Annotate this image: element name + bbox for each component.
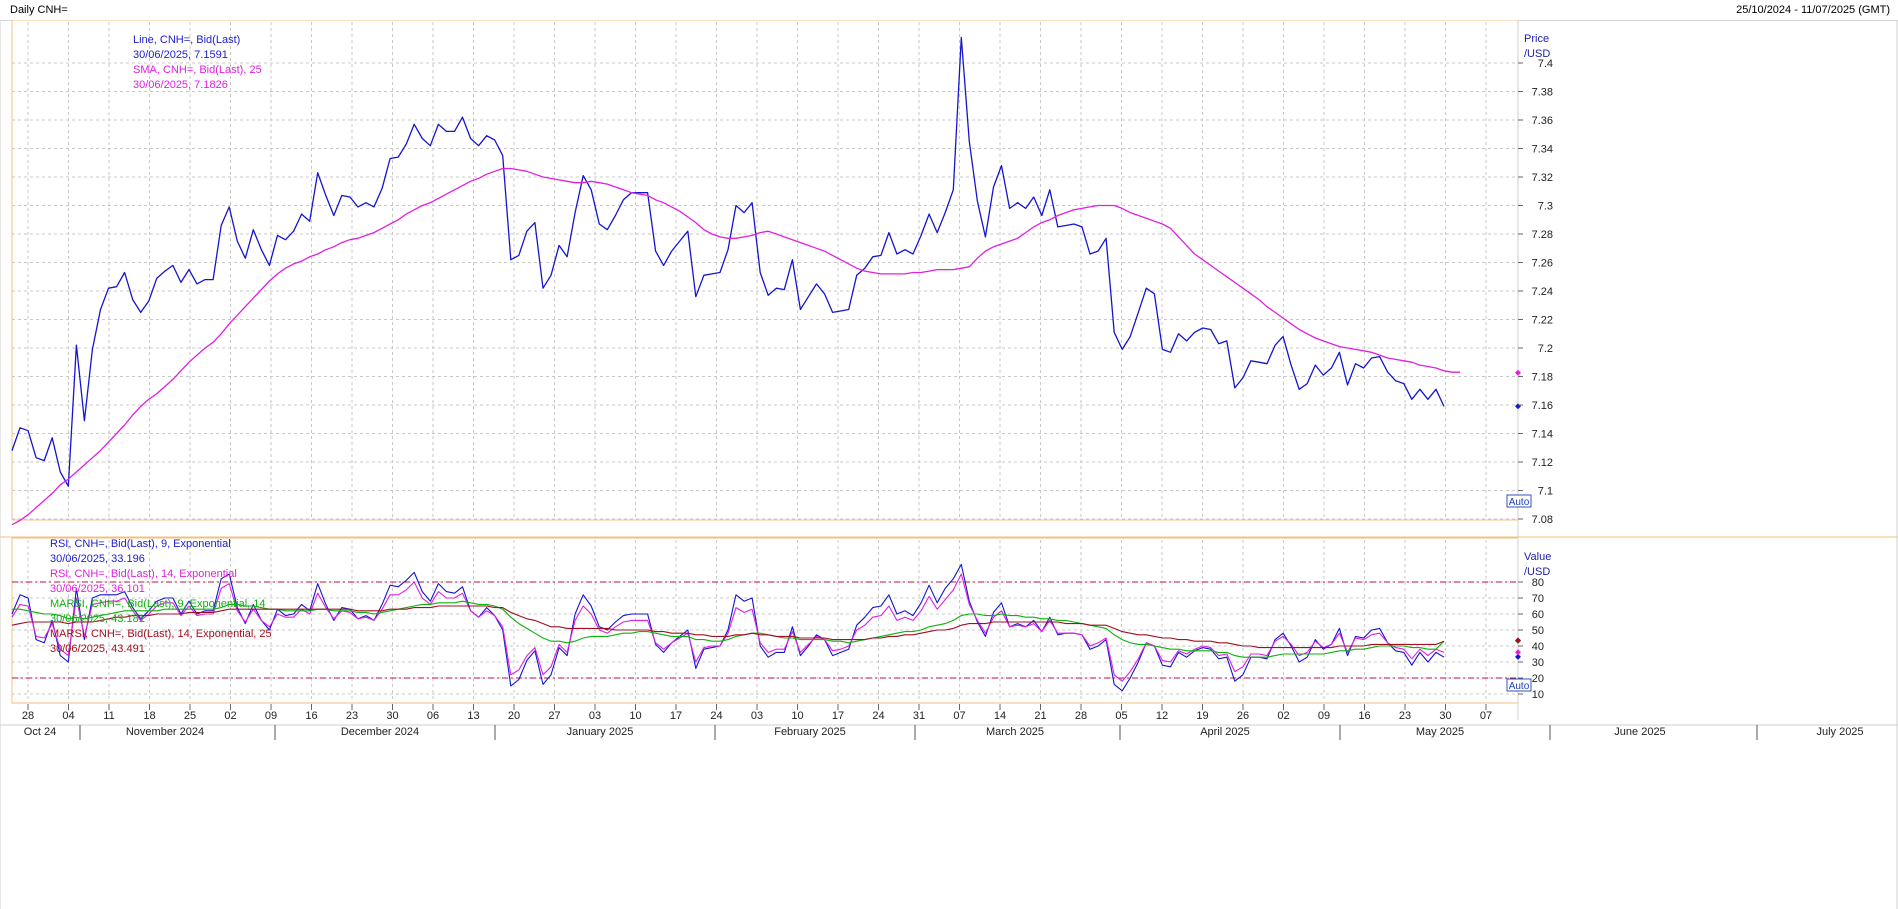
x-tick-label: 17 [670,710,682,722]
x-tick-label: 06 [427,710,439,722]
y-tick-label: 7.26 [1532,258,1553,270]
legend-entry: RSI, CNH=, Bid(Last), 14, Exponential [50,568,237,580]
month-label: November 2024 [126,726,204,738]
x-tick-label: 19 [1196,710,1208,722]
x-tick-label: 09 [265,710,277,722]
chart-background [0,20,1898,909]
legend-entry: 30/06/2025, 36.101 [50,583,145,595]
y-tick-label: 7.2 [1538,343,1553,355]
y-tick-label: 7.08 [1532,514,1553,526]
y-tick-label: 30 [1532,657,1544,669]
axis-label: /USD [1524,566,1550,578]
x-tick-label: 26 [1237,710,1249,722]
legend-entry: 30/06/2025, 33.196 [50,553,145,565]
x-tick-label: 28 [1075,710,1087,722]
x-tick-label: 16 [305,710,317,722]
axis-label: Value [1524,551,1551,563]
x-tick-label: 17 [832,710,844,722]
x-tick-label: 27 [548,710,560,722]
axis-label: /USD [1524,48,1550,60]
y-tick-label: 7.36 [1532,115,1553,127]
legend-entry: 30/06/2025, 7.1826 [133,79,228,91]
auto-button-label[interactable]: Auto [1509,497,1530,508]
month-label: Oct 24 [24,726,56,738]
auto-button-label[interactable]: Auto [1509,681,1530,692]
y-tick-label: 7.14 [1532,429,1553,441]
y-tick-label: 80 [1532,577,1544,589]
x-tick-label: 02 [1277,710,1289,722]
y-tick-label: 7.3 [1538,201,1553,213]
x-tick-label: 28 [22,710,34,722]
chart-title: Daily CNH= [10,4,68,16]
auto-scale-button[interactable]: Auto [1506,678,1532,692]
month-label: December 2024 [341,726,419,738]
x-tick-label: 03 [589,710,601,722]
y-tick-label: 20 [1532,673,1544,685]
y-tick-label: 60 [1532,609,1544,621]
auto-scale-button[interactable]: Auto [1506,494,1532,508]
y-tick-label: 7.16 [1532,400,1553,412]
x-tick-label: 16 [1358,710,1370,722]
legend-entry: 30/06/2025, 43.181 [50,613,145,625]
y-tick-label: 7.22 [1532,315,1553,327]
legend-entry: RSI, CNH=, Bid(Last), 9, Exponential [50,538,231,550]
x-tick-label: 30 [386,710,398,722]
x-tick-label: 07 [953,710,965,722]
x-tick-label: 04 [62,710,74,722]
legend-entry: Line, CNH=, Bid(Last) [133,34,240,46]
legend-entry: MARSI, CNH=, Bid(Last), 14, Exponential,… [50,628,272,640]
x-tick-label: 30 [1439,710,1451,722]
month-label: July 2025 [1816,726,1863,738]
x-tick-label: 10 [791,710,803,722]
x-tick-label: 24 [872,710,884,722]
x-tick-label: 21 [1034,710,1046,722]
month-label: June 2025 [1614,726,1665,738]
y-tick-label: 7.1 [1538,486,1553,498]
x-tick-label: 23 [346,710,358,722]
month-label: April 2025 [1200,726,1250,738]
x-tick-label: 25 [184,710,196,722]
y-tick-label: 7.32 [1532,172,1553,184]
month-label: March 2025 [986,726,1044,738]
month-label: May 2025 [1416,726,1464,738]
x-tick-label: 18 [143,710,155,722]
x-tick-label: 10 [629,710,641,722]
y-tick-label: 7.28 [1532,229,1553,241]
y-tick-label: 7.18 [1532,372,1553,384]
y-tick-label: 70 [1532,593,1544,605]
y-tick-label: 7.38 [1532,87,1553,99]
y-tick-label: 7.12 [1532,457,1553,469]
x-tick-label: 12 [1156,710,1168,722]
x-tick-label: 23 [1399,710,1411,722]
chart-canvas[interactable]: 28 04 11 18 25 02 09 16 23 30 06 13 20 27 03 10 17 24 03 10… [0,20,1898,909]
legend-entry: SMA, CNH=, Bid(Last), 25 [133,64,262,76]
y-tick-label: 40 [1532,641,1544,653]
price-panel [11,20,1519,521]
y-tick-label: 10 [1532,689,1544,701]
x-tick-label: 13 [467,710,479,722]
y-tick-label: 7.24 [1532,286,1553,298]
y-tick-label: 7.34 [1532,144,1553,156]
x-tick-label: 02 [224,710,236,722]
x-tick-label: 09 [1318,710,1330,722]
x-tick-label: 03 [751,710,763,722]
chart-header: Daily CNH= 25/10/2024 - 11/07/2025 (GMT) [0,0,1898,21]
x-tick-label: 07 [1480,710,1492,722]
legend-entry: 30/06/2025, 7.1591 [133,49,228,61]
month-label: February 2025 [774,726,846,738]
x-tick-label: 20 [508,710,520,722]
month-label: January 2025 [567,726,634,738]
x-tick-label: 05 [1115,710,1127,722]
date-range: 25/10/2024 - 11/07/2025 (GMT) [1736,4,1890,16]
legend-entry: MARSI, CNH=, Bid(Last), 9, Exponential, … [50,598,266,610]
x-tick-label: 11 [103,710,114,722]
x-tick-label: 24 [710,710,722,722]
y-tick-label: 50 [1532,625,1544,637]
x-tick-label: 14 [994,710,1006,722]
legend-entry: 30/06/2025, 43.491 [50,643,145,655]
x-tick-label: 31 [913,710,925,722]
axis-label: Price [1524,33,1549,45]
